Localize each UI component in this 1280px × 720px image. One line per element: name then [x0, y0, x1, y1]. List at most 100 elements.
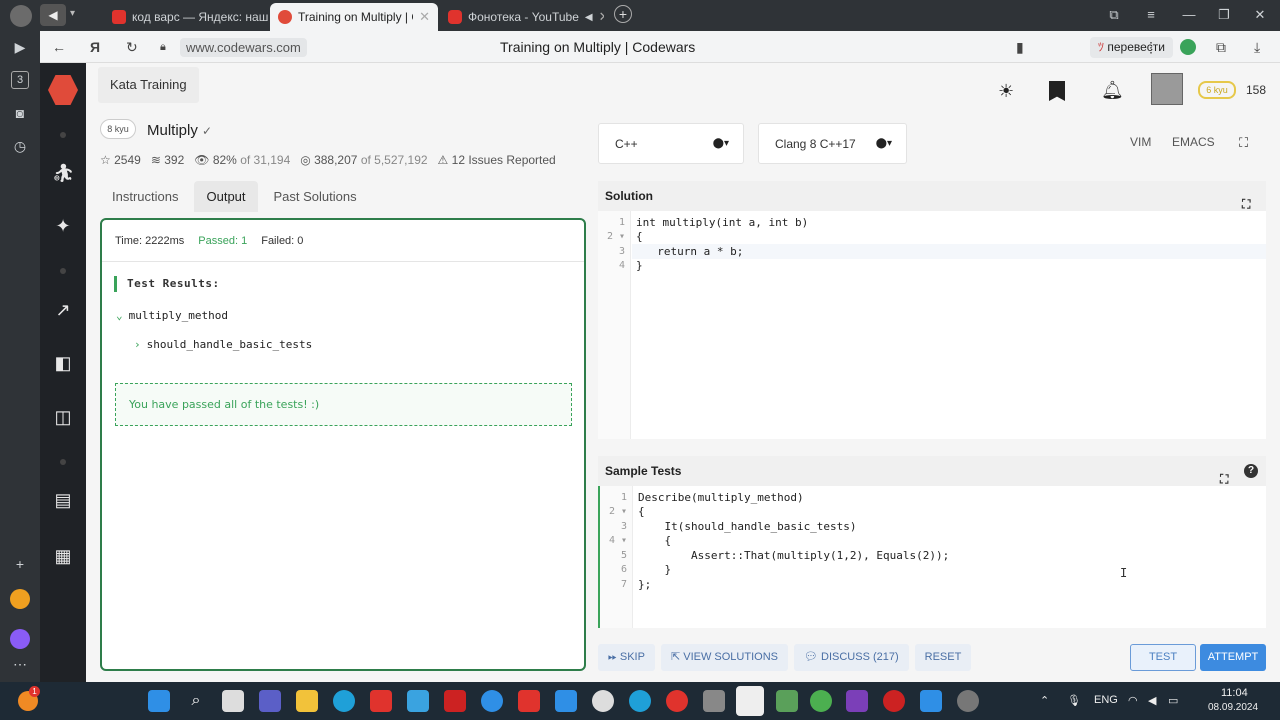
solution-editor[interactable]: 1 2 ▾ 3 4 int multiply(int a, int b) { r… — [598, 211, 1266, 439]
codewars-logo-icon[interactable] — [48, 75, 78, 105]
help-icon[interactable] — [481, 690, 503, 712]
training-icon[interactable]: ⛹︎ — [51, 161, 75, 185]
camera-icon[interactable]: ◙ — [11, 104, 29, 122]
attempt-button[interactable]: ATTEMPT — [1200, 644, 1266, 671]
tab-output[interactable]: Output — [194, 181, 258, 212]
shield-icon[interactable] — [1180, 39, 1196, 55]
collections-icon[interactable]: ⧉ — [1216, 39, 1226, 56]
task-view-icon[interactable] — [222, 690, 244, 712]
start-icon[interactable] — [148, 690, 170, 712]
record-icon[interactable] — [592, 690, 614, 712]
alice-icon[interactable] — [10, 629, 30, 649]
app-icon[interactable] — [703, 690, 725, 712]
tab-youtube[interactable]: Фонотека - YouTube ◀ ✕ — [440, 3, 604, 31]
tab-instructions[interactable]: Instructions — [100, 181, 190, 212]
avatar[interactable] — [1151, 73, 1183, 105]
issues-stat[interactable]: ⚠︎ 12 Issues Reported — [438, 153, 556, 167]
reset-button[interactable]: RESET — [914, 644, 972, 671]
tab-list-icon[interactable]: ⧉ — [1105, 7, 1123, 23]
download-icon[interactable]: ⤓ — [1254, 39, 1260, 56]
describe-group[interactable]: ⌄ multiply_method — [116, 309, 228, 322]
app-icon[interactable] — [883, 690, 905, 712]
vscode-icon[interactable] — [920, 690, 942, 712]
discuss-button[interactable]: 💬︎ DISCUSS (217) — [793, 644, 909, 671]
leaderboard-icon[interactable]: ↗ — [51, 298, 75, 322]
tab-codewars[interactable]: Training on Multiply | Cc ✕ — [270, 3, 438, 31]
add-icon[interactable]: + — [11, 555, 29, 573]
blog-icon[interactable]: ▦ — [51, 544, 75, 568]
language-indicator[interactable]: ENG — [1094, 694, 1118, 706]
clock-time[interactable]: 11:04 — [1221, 687, 1248, 699]
app-icon[interactable] — [776, 690, 798, 712]
view-solutions-button[interactable]: ⇱ VIEW SOLUTIONS — [660, 644, 788, 671]
discord-icon[interactable]: ◧ — [51, 351, 75, 375]
new-tab-button[interactable]: + — [614, 5, 632, 23]
side-badge[interactable]: 3 — [11, 71, 29, 89]
visual-studio-icon[interactable] — [846, 690, 868, 712]
skip-button[interactable]: ⏩︎ SKIP — [598, 644, 655, 671]
reload-icon[interactable]: ↻ — [126, 39, 138, 56]
clock-date[interactable]: 08.09.2024 — [1208, 702, 1258, 713]
sample-tests-editor[interactable]: 1 2 ▾ 3 4 ▾ 5 6 7 Describe(multiply_meth… — [598, 486, 1266, 628]
settings-icon[interactable] — [957, 690, 979, 712]
it-group[interactable]: › should_handle_basic_tests — [134, 338, 312, 351]
battery-icon[interactable]: ▭ — [1168, 694, 1178, 707]
back-icon[interactable]: ← — [52, 39, 66, 55]
notifications-icon[interactable]: 🔔︎ — [1101, 80, 1124, 101]
app-icon[interactable] — [629, 690, 651, 712]
bookmark-icon[interactable]: ▮ — [1016, 39, 1024, 56]
translate-button[interactable]: ﾂ перевести — [1090, 37, 1173, 58]
chevron-down-icon[interactable]: ▾ — [70, 8, 75, 19]
close-tab-icon[interactable]: ✕ — [419, 9, 430, 25]
docs-icon[interactable]: ▤ — [51, 488, 75, 512]
discuss-icon[interactable]: ◫ — [51, 405, 75, 429]
search-icon[interactable]: ⌕ — [185, 690, 207, 712]
help-icon[interactable]: ? — [1244, 464, 1258, 478]
more-icon[interactable]: ⋮ — [1144, 39, 1158, 56]
store-icon[interactable] — [407, 690, 429, 712]
close-window-icon[interactable]: ✕ — [1251, 7, 1269, 23]
url-field[interactable]: www.codewars.com — [180, 38, 307, 57]
language-select[interactable]: C++ ⬤▾ — [598, 123, 744, 164]
volume-icon[interactable]: ◀ — [1148, 694, 1156, 707]
fullscreen-icon[interactable]: ⛶ — [1239, 135, 1248, 151]
test-button[interactable]: TEST — [1130, 644, 1196, 671]
app-icon[interactable] — [370, 690, 392, 712]
app-icon[interactable] — [810, 690, 832, 712]
close-tab-icon[interactable]: ✕ — [599, 9, 604, 25]
mic-icon[interactable]: 🎙︎ — [1067, 694, 1081, 707]
play-icon[interactable]: ▶ — [11, 38, 29, 56]
minimize-icon[interactable]: — — [1180, 7, 1198, 22]
sound-icon[interactable]: ◀ — [40, 4, 66, 26]
bookmark-kata-icon[interactable] — [1049, 81, 1065, 101]
tab-yandex[interactable]: код варс — Яндекс: нашл — [104, 3, 268, 31]
teams-icon[interactable] — [259, 690, 281, 712]
edge-icon[interactable] — [333, 690, 355, 712]
codewars-icon — [278, 10, 292, 24]
chevron-up-icon[interactable]: ⌃ — [1040, 694, 1049, 707]
restore-icon[interactable]: ❐ — [1215, 7, 1233, 23]
yandex-icon[interactable] — [518, 690, 540, 712]
code-line: { — [638, 534, 672, 547]
vim-mode[interactable]: VIM — [1130, 135, 1151, 149]
kata-training-button[interactable]: Kata Training — [98, 67, 199, 103]
emacs-mode[interactable]: EMACS — [1172, 135, 1215, 149]
app-icon[interactable] — [444, 690, 466, 712]
shield-icon[interactable] — [555, 690, 577, 712]
yandex-logo-icon[interactable]: Я — [90, 39, 100, 55]
practice-icon[interactable]: ✦ — [51, 214, 75, 238]
wifi-icon[interactable]: ◠ — [1128, 694, 1138, 707]
lock-icon[interactable]: 🔒︎ — [160, 41, 166, 54]
menu-icon[interactable]: ≡ — [1142, 7, 1160, 22]
explorer-icon[interactable] — [296, 690, 318, 712]
theme-icon[interactable]: ☀ — [998, 81, 1014, 102]
stars-count: 2549 — [114, 153, 141, 167]
profile-avatar[interactable] — [10, 5, 32, 27]
opera-icon[interactable] — [666, 690, 688, 712]
history-icon[interactable]: ◷ — [11, 137, 29, 155]
yandex-browser-icon[interactable] — [736, 686, 764, 716]
more-dots-icon[interactable]: ⋯ — [11, 655, 29, 673]
version-select[interactable]: Clang 8 C++17 ⬤▾ — [758, 123, 907, 164]
weather-icon[interactable] — [10, 589, 30, 609]
tab-past-solutions[interactable]: Past Solutions — [262, 181, 369, 212]
